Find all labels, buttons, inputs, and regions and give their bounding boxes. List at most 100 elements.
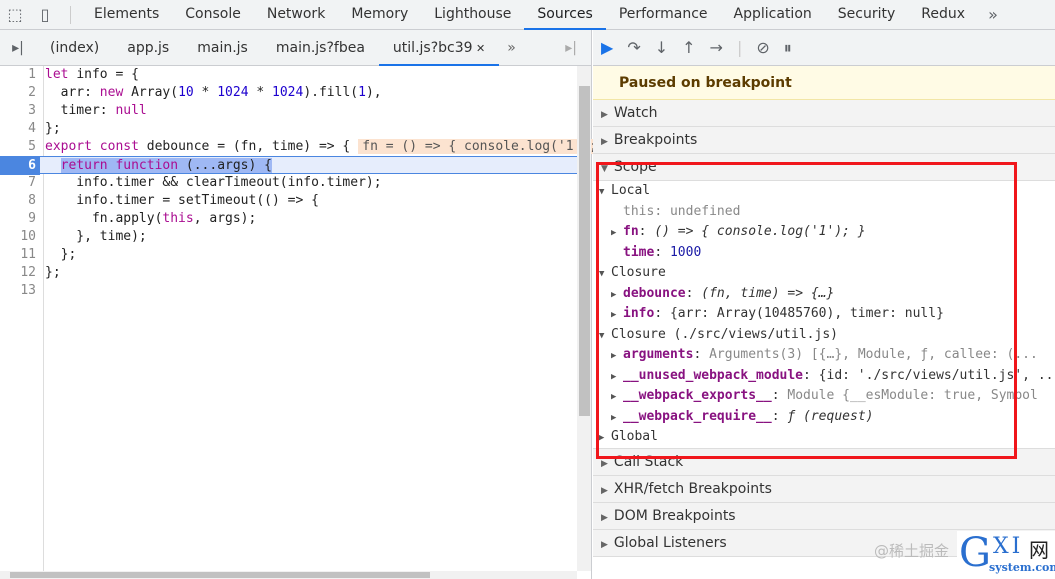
device-toolbar-icon[interactable]: ▯ <box>30 5 60 24</box>
scope-arguments[interactable]: ▶ arguments: Arguments(3) [{…}, Module, ƒ… <box>593 345 1055 366</box>
file-tab-label: util.js?bc39 <box>392 39 473 56</box>
pause-on-exceptions-icon[interactable]: ⏸ <box>784 38 792 58</box>
more-files-icon[interactable]: » <box>499 40 524 56</box>
scope-info[interactable]: ▶ info: {arr: Array(10485760), timer: nul… <box>593 304 1055 325</box>
deactivate-breakpoints-icon[interactable]: ⊘ <box>756 38 769 57</box>
line-number[interactable]: 13 <box>0 282 40 300</box>
scope-webpack-require[interactable]: ▶ __webpack_require__: ƒ (request) <box>593 407 1055 428</box>
section-watch[interactable]: ▶ Watch <box>593 100 1055 127</box>
code-line[interactable]: 5 export const debounce = (fn, time) => {… <box>0 138 617 156</box>
code-line[interactable]: 10 }, time); <box>0 228 577 246</box>
section-label: Scope <box>613 159 657 175</box>
scope-local[interactable]: ▼ Local <box>593 181 1055 202</box>
scope-unused-module[interactable]: ▶ __unused_webpack_module: {id: './src/vi… <box>593 366 1055 387</box>
scope-debounce[interactable]: ▶ debounce: (fn, time) => {…} <box>593 284 1055 305</box>
scope-this: this: undefined <box>623 203 741 219</box>
section-xhr-fetch-breakpoints[interactable]: ▶ XHR/fetch Breakpoints <box>593 475 1055 503</box>
line-number[interactable]: 11 <box>0 246 40 264</box>
code-line[interactable]: 4}; <box>0 120 577 138</box>
step-into-icon[interactable]: ↓ <box>655 38 668 57</box>
tab-application[interactable]: Application <box>721 0 825 30</box>
scope-closure[interactable]: ▼ Closure <box>593 263 1055 284</box>
divider <box>70 5 71 24</box>
code-line[interactable]: 8 info.timer = setTimeout(() => { <box>0 192 577 210</box>
step-out-icon[interactable]: ↑ <box>682 38 695 57</box>
line-source: export const debounce = (fn, time) => {f… <box>40 139 617 154</box>
line-source: info.timer = setTimeout(() => { <box>40 193 319 208</box>
section-breakpoints[interactable]: ▶ Breakpoints <box>593 127 1055 154</box>
code-line[interactable]: 12}; <box>0 264 577 282</box>
tab-redux[interactable]: Redux <box>908 0 978 30</box>
code-line[interactable]: 1 let info = { <box>0 66 577 84</box>
toggle-navigator-icon[interactable]: ▸| <box>0 40 36 56</box>
scroll-thumb[interactable] <box>579 86 590 416</box>
code-line[interactable]: 11 }; <box>0 246 577 264</box>
code-line[interactable]: 6 return function (...args) { <box>0 156 577 175</box>
line-number[interactable]: 8 <box>0 192 40 210</box>
file-tab[interactable]: (index) <box>36 30 113 66</box>
code-token: return function <box>60 158 179 173</box>
code-line[interactable]: 2 arr: new Array(10 * 1024 * 1024).fill(… <box>0 84 577 102</box>
line-number[interactable]: 7 <box>0 174 40 192</box>
line-number[interactable]: 5 <box>0 138 40 156</box>
line-number[interactable]: 10 <box>0 228 40 246</box>
code-token: 10 <box>178 85 194 100</box>
line-number[interactable]: 12 <box>0 264 40 282</box>
file-tab[interactable]: util.js?bc39 ✕ <box>378 30 500 66</box>
line-number[interactable]: 1 <box>0 66 40 84</box>
toggle-debugger-icon[interactable]: ▸| <box>565 40 577 56</box>
triangle-right-icon: ▶ <box>601 512 608 523</box>
close-icon[interactable]: ✕ <box>473 42 485 55</box>
line-number[interactable]: 9 <box>0 210 40 228</box>
code-token: }; <box>45 265 61 280</box>
step-icon[interactable]: → <box>710 38 723 57</box>
scope-closure-module[interactable]: ▼ Closure (./src/views/util.js) <box>593 325 1055 346</box>
line-number[interactable]: 2 <box>0 84 40 102</box>
resume-icon[interactable]: ▶ <box>601 38 613 57</box>
code-token: }; <box>45 121 61 136</box>
line-number[interactable]: 3 <box>0 102 40 120</box>
section-dom-breakpoints[interactable]: ▶ DOM Breakpoints <box>593 502 1055 530</box>
code-token: , args); <box>193 211 257 226</box>
section-scope[interactable]: ▼ Scope <box>593 154 1055 181</box>
scope-fn[interactable]: ▶ fn: () => { console.log('1'); } <box>593 222 1055 243</box>
tab-sources[interactable]: Sources <box>524 0 606 30</box>
line-number[interactable]: 6 <box>0 157 40 175</box>
tab-security[interactable]: Security <box>825 0 909 30</box>
code-editor[interactable]: 1 let info = {2 arr: new Array(10 * 1024 … <box>0 66 617 571</box>
tab-performance[interactable]: Performance <box>606 0 721 30</box>
code-token: ).fill( <box>303 85 359 100</box>
line-source: }; <box>40 247 77 262</box>
tab-memory[interactable]: Memory <box>338 0 421 30</box>
triangle-right-icon: ▶ <box>601 137 608 147</box>
scope-global[interactable]: ▶ Global <box>593 427 1055 448</box>
file-tab[interactable]: main.js <box>183 30 262 66</box>
tab-console[interactable]: Console <box>172 0 254 30</box>
file-tab[interactable]: main.js?fbea <box>262 30 379 66</box>
section-call-stack[interactable]: ▶ Call Stack <box>593 448 1055 476</box>
section-label: Watch <box>613 105 658 121</box>
code-token: info.timer = setTimeout(() => { <box>45 193 319 208</box>
line-source: arr: new Array(10 * 1024 * 1024).fill(1)… <box>40 85 382 100</box>
horizontal-scrollbar[interactable] <box>0 571 577 579</box>
file-tab[interactable]: app.js <box>113 30 183 66</box>
vertical-scrollbar[interactable] <box>577 66 591 571</box>
code-line[interactable]: 13 <box>0 282 577 300</box>
tab-network[interactable]: Network <box>254 0 338 30</box>
code-line[interactable]: 9 fn.apply(this, args); <box>0 210 577 228</box>
inspect-element-icon[interactable]: ⬚ <box>0 5 30 24</box>
tab-elements[interactable]: Elements <box>81 0 172 30</box>
code-token: * <box>248 85 273 100</box>
more-tabs-icon[interactable]: » <box>978 5 1008 24</box>
triangle-right-icon: ▶ <box>601 539 608 550</box>
tab-lighthouse[interactable]: Lighthouse <box>421 0 524 30</box>
line-source: fn.apply(this, args); <box>40 211 256 226</box>
code-line[interactable]: 7 info.timer && clearTimeout(info.timer)… <box>0 174 577 192</box>
devtools-panel-tabs: ⬚ ▯ Elements Console Network Memory Lighthou… <box>0 0 1055 30</box>
code-line[interactable]: 3 timer: null <box>0 102 577 120</box>
line-number[interactable]: 4 <box>0 120 40 138</box>
step-over-icon[interactable]: ↷ <box>627 38 640 57</box>
scope-webpack-exports[interactable]: ▶ __webpack_exports__: Module {__esModule… <box>593 386 1055 407</box>
section-label: Global Listeners <box>613 534 727 551</box>
triangle-down-icon: ▼ <box>601 164 608 174</box>
